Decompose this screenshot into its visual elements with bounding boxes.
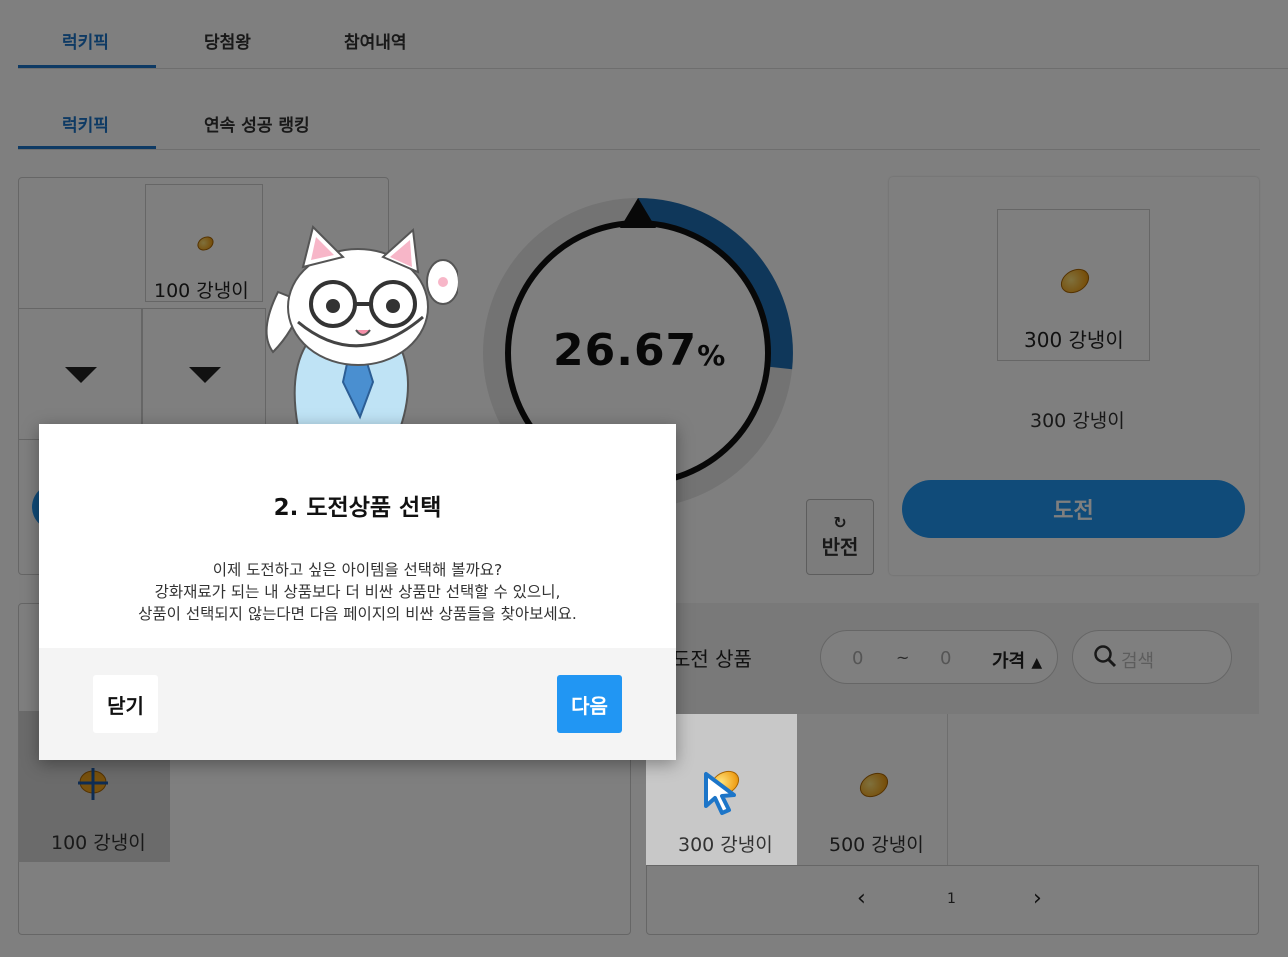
- dialog-line-1: 이제 도전하고 싶은 아이템을 선택해 볼까요?: [212, 561, 503, 579]
- dialog-footer: 닫기 다음: [39, 648, 676, 760]
- cat-mascot-illustration: [265, 225, 458, 434]
- pointer-cursor-icon: [704, 772, 736, 815]
- dialog-line-3: 상품이 선택되지 않는다면 다음 페이지의 비싼 상품들을 찾아보세요.: [138, 605, 577, 623]
- tutorial-dialog: 2. 도전상품 선택 이제 도전하고 싶은 아이템을 선택해 볼까요? 강화재료…: [39, 424, 676, 760]
- dialog-title: 2. 도전상품 선택: [273, 495, 442, 521]
- dialog-next-button[interactable]: 다음: [557, 675, 622, 733]
- highlighted-item-label: 300 강냉이: [678, 834, 773, 856]
- dialog-close-button[interactable]: 닫기: [93, 675, 158, 733]
- dialog-line-2: 강화재료가 되는 내 상품보다 더 비싼 상품만 선택할 수 있으니,: [154, 583, 561, 601]
